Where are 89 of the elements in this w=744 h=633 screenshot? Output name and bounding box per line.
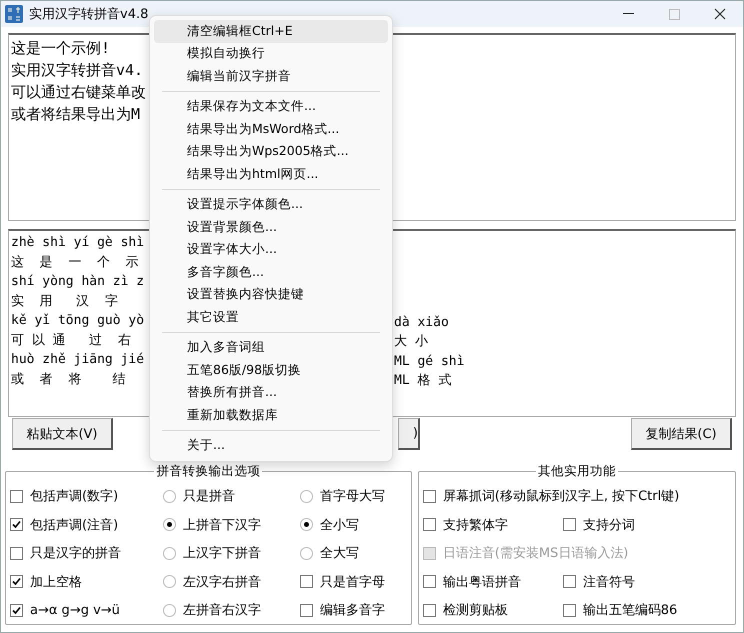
checkbox[interactable] (422, 518, 436, 532)
option-label: 检测剪贴板 (442, 602, 508, 620)
option-label: 输出粤语拼音 (442, 574, 521, 591)
output-text-line: dà xiǎo (394, 315, 449, 330)
option-label: 上拼音下汉字 (183, 516, 261, 534)
input-text-line: 实用汉字转拼音v4. (11, 60, 144, 81)
menu-item[interactable]: 五笔86版/98版切换 (154, 359, 388, 382)
option-label: 包括声调(注音) (30, 516, 118, 534)
option-label: 支持繁体字 (442, 516, 508, 534)
input-text-line: 可以通过右键菜单改 (11, 82, 146, 103)
option-label: 左拼音右汉字 (183, 602, 261, 620)
menu-item[interactable]: 设置背景颜色... (154, 216, 388, 238)
checkbox[interactable] (10, 490, 23, 503)
input-text-line: 这是一个示例! (11, 38, 110, 59)
minimize-icon (622, 13, 634, 15)
radio-button[interactable] (300, 490, 313, 503)
action-button[interactable]: ) (398, 418, 420, 450)
menu-item[interactable]: 结果保存为文本文件... (154, 96, 388, 118)
checkbox[interactable] (422, 575, 436, 588)
maximize-icon (668, 8, 680, 20)
option-label: 全小写 (320, 516, 359, 534)
option-label: a→α g→g v→ü (30, 602, 120, 618)
output-text-line: 大 小 (394, 334, 428, 350)
option-label: 只是首字母 (320, 574, 385, 591)
checkbox[interactable] (10, 546, 23, 560)
checkbox[interactable] (422, 490, 436, 503)
option-label: 日语注音(需安装MS日语输入法) (442, 545, 628, 562)
option-label: 左汉字右拼音 (183, 574, 261, 591)
option-label: 只是汉字的拼音 (30, 545, 121, 562)
menu-item[interactable]: 多音字颜色... (154, 261, 388, 284)
checkbox[interactable] (300, 604, 313, 617)
menu-item[interactable]: 清空编辑框Ctrl+E (154, 20, 388, 42)
option-label: 上汉字下拼音 (183, 545, 261, 562)
checkbox[interactable] (562, 575, 576, 588)
group-title: 拼音转换输出选项 (155, 463, 262, 480)
checkbox[interactable] (562, 604, 576, 617)
option-label: 包括声调(数字) (30, 488, 118, 506)
checkbox[interactable] (10, 575, 23, 588)
menu-item[interactable]: 模拟自动换行 (154, 42, 388, 65)
menu-item[interactable]: 关于... (154, 434, 388, 457)
menu-item[interactable]: 结果导出为Wps2005格式... (154, 140, 388, 163)
menu-item[interactable]: 结果导出为MsWord格式... (154, 118, 388, 140)
checkbox[interactable] (562, 518, 576, 532)
window-title: 实用汉字转拼音v4.8 (29, 6, 148, 23)
option-label: 编辑多音字 (320, 602, 385, 620)
checkbox[interactable] (300, 575, 313, 588)
menu-item[interactable]: 设置字体大小... (154, 238, 388, 261)
menu-item[interactable]: 重新加载数据库 (154, 404, 388, 426)
checkbox[interactable] (10, 518, 23, 532)
radio-button[interactable] (163, 604, 176, 617)
menu-item[interactable]: 加入多音词组 (154, 336, 388, 359)
output-text-line: ML 格 式 (394, 373, 452, 388)
radio-button[interactable] (163, 546, 176, 560)
input-text-line: 或者将结果导出为M (11, 104, 140, 125)
output-text-line: 或 者 将 结 (11, 371, 126, 388)
option-label: 只是拼音 (183, 488, 235, 506)
output-text-line: kě yǐ tōng guò yò (11, 313, 144, 328)
output-text-line: 可 以 通 过 右 (11, 332, 131, 350)
radio-button[interactable] (300, 546, 313, 560)
option-label: 加上空格 (30, 574, 82, 591)
app-logo-icon (5, 5, 23, 23)
option-label: 支持分词 (582, 516, 635, 534)
radio-button[interactable] (163, 575, 176, 588)
option-label: 注音符号 (582, 574, 635, 591)
menu-item[interactable]: 设置替换内容快捷键 (154, 284, 388, 306)
close-icon (714, 8, 726, 20)
option-label: 屏幕抓词(移动鼠标到汉字上, 按下Ctrl键) (442, 488, 680, 506)
menu-item[interactable]: 设置提示字体颜色... (154, 194, 388, 216)
action-button[interactable]: 复制结果(C) (631, 418, 732, 450)
menu-item[interactable]: 编辑当前汉字拼音 (154, 65, 388, 88)
output-text-line: shí yòng hàn zì z (11, 274, 144, 290)
radio-button[interactable] (163, 518, 176, 532)
option-label: 输出五笔编码86 (582, 602, 678, 620)
output-text-line: 这 是 一 个 示 (11, 254, 139, 272)
output-text-line: zhè shì yí gè shì (11, 235, 144, 250)
option-label: 首字母大写 (320, 488, 385, 506)
menu-item[interactable]: 其它设置 (154, 306, 388, 328)
output-text-line: huò zhě jiāng jié (11, 352, 144, 368)
option-label: 全大写 (320, 545, 359, 562)
checkbox[interactable] (10, 604, 23, 617)
menu-item[interactable]: 替换所有拼音... (154, 382, 388, 404)
output-text-line: ML gé shì (394, 354, 464, 370)
menu-item[interactable]: 结果导出为html网页... (154, 163, 388, 186)
radio-button[interactable] (163, 490, 176, 503)
group-title: 其他实用功能 (536, 463, 617, 480)
checkbox[interactable] (422, 604, 436, 617)
action-button[interactable]: 粘贴文本(V) (12, 418, 113, 450)
output-text-line: 实 用 汉 字 (11, 293, 118, 310)
radio-button[interactable] (300, 518, 313, 532)
